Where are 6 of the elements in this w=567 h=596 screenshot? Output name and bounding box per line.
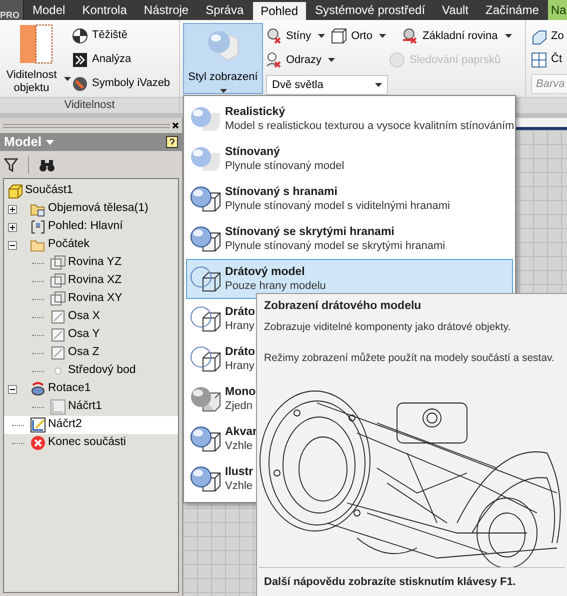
tooltip-text: Zobrazuje viditelné komponenty jako drátové objekty.: [263, 320, 512, 336]
tooltip-text: Režimy zobrazení můžete použít na modely součástí a sestav.: [263, 351, 556, 366]
tooltip-footer: Další nápovědu zobrazíte stisknutím klávesy F1.: [257, 568, 567, 596]
button-label: Viditelnost objektu: [5, 69, 58, 95]
panel-title: Viditelnost: [64, 98, 115, 114]
tooltip-title: Zobrazení drátového modelu: [263, 299, 422, 314]
